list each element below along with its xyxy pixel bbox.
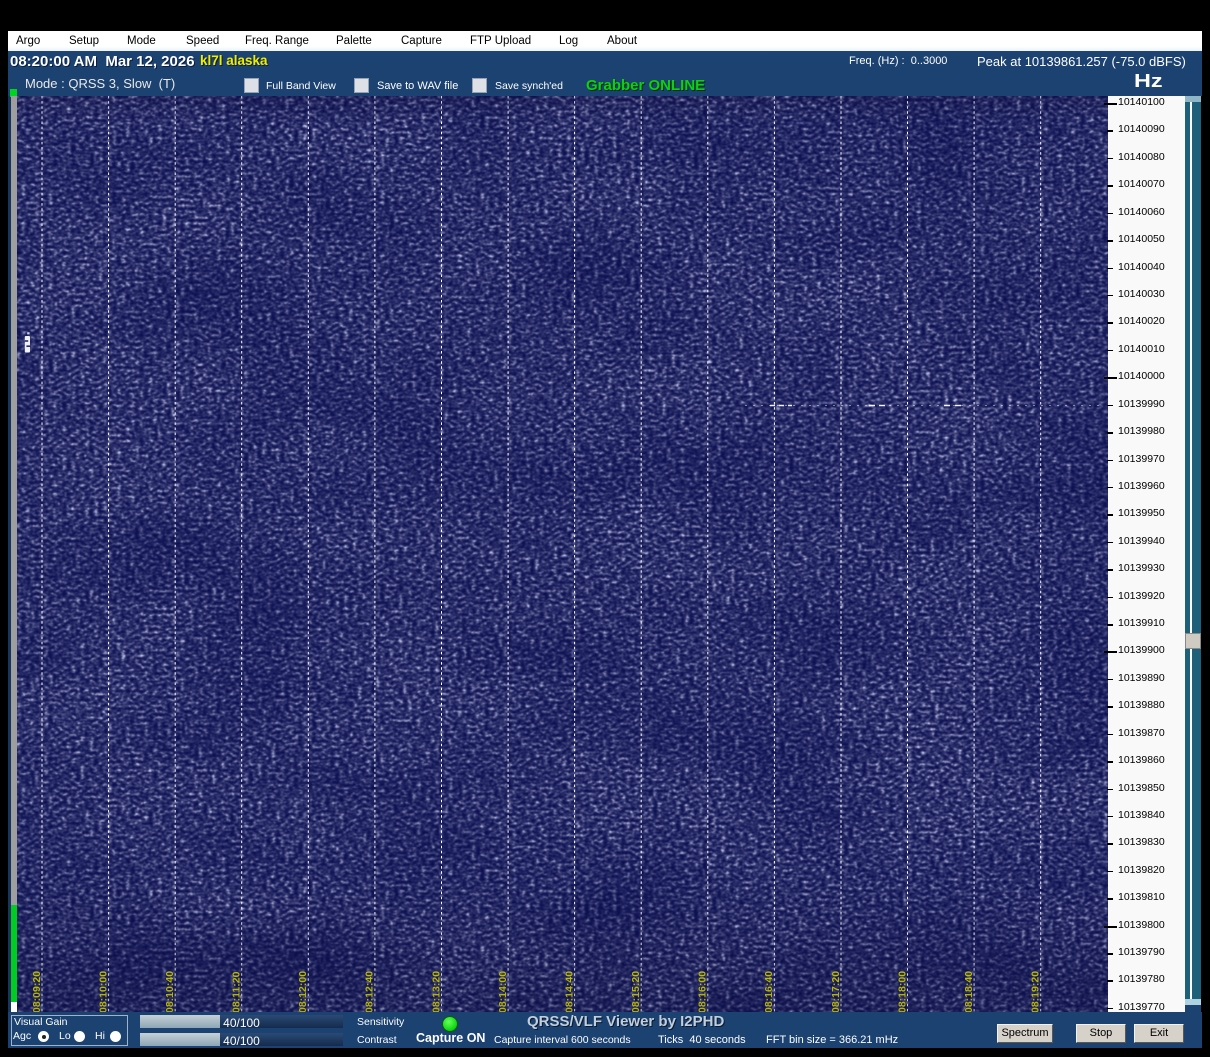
svg-text:08:19:20: 08:19:20 — [1030, 971, 1042, 1012]
svg-text:08:16:40: 08:16:40 — [763, 971, 775, 1012]
svg-text:08:12:00: 08:12:00 — [297, 971, 309, 1012]
svg-text:08:12:40: 08:12:40 — [364, 971, 376, 1012]
svg-text:08:16:00: 08:16:00 — [697, 971, 709, 1012]
svg-text:08:15:20: 08:15:20 — [630, 971, 642, 1012]
svg-text:08:10:40: 08:10:40 — [164, 971, 176, 1012]
svg-text:08:17:20: 08:17:20 — [830, 971, 842, 1012]
svg-text:08:14:40: 08:14:40 — [563, 971, 575, 1012]
svg-text:08:10:00: 08:10:00 — [97, 971, 109, 1012]
svg-text:08:13:20: 08:13:20 — [430, 971, 442, 1012]
svg-text:08:18:00: 08:18:00 — [896, 971, 908, 1012]
svg-text:08:14:00: 08:14:00 — [497, 971, 509, 1012]
svg-text:08:11:20: 08:11:20 — [231, 971, 243, 1012]
svg-text:08:18:40: 08:18:40 — [963, 971, 975, 1012]
svg-text:08:09:20: 08:09:20 — [31, 971, 43, 1012]
